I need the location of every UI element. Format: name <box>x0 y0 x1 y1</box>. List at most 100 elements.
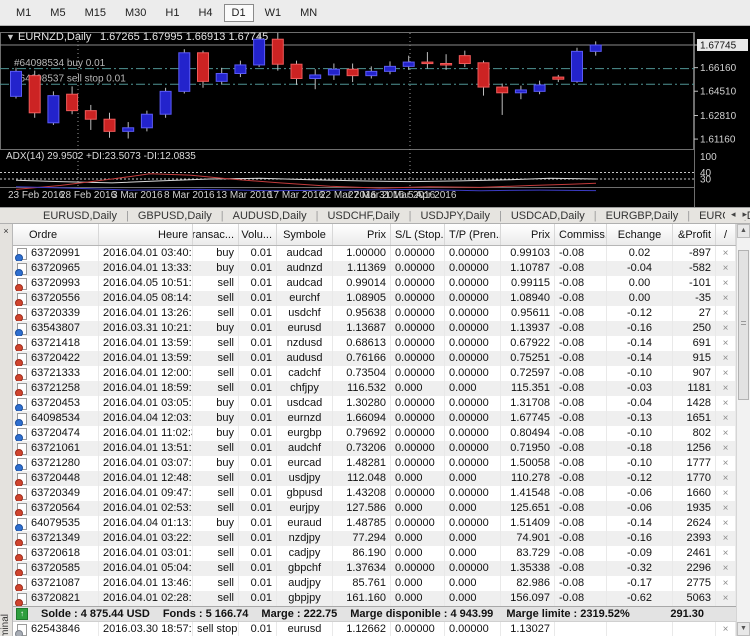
close-order-icon[interactable]: × <box>716 306 736 321</box>
table-row[interactable]: 637206182016.04.01 03:01:13sell0.01cadjp… <box>13 546 736 561</box>
timeframe-button-h1[interactable]: H1 <box>157 4 187 22</box>
close-order-icon[interactable]: × <box>716 246 736 261</box>
close-order-icon[interactable]: × <box>716 486 736 501</box>
chart-area[interactable]: ▼EURNZD,Daily1.67265 1.67995 1.66913 1.6… <box>0 26 750 207</box>
close-order-icon[interactable]: × <box>716 622 736 636</box>
timeframe-button-mn[interactable]: MN <box>292 4 325 22</box>
pending-order-row[interactable]: 625438462016.03.30 18:57:50sell stop0.01… <box>13 621 736 636</box>
close-order-icon[interactable]: × <box>716 396 736 411</box>
chart-tab-usdcad[interactable]: USDCAD,Daily <box>502 210 594 222</box>
table-row[interactable]: 637209652016.04.01 13:33:49buy0.01audnzd… <box>13 261 736 276</box>
close-order-icon[interactable]: × <box>716 381 736 396</box>
column-header-0[interactable]: Ordre <box>13 224 99 245</box>
scroll-up-icon[interactable]: ▲ <box>737 224 750 238</box>
column-header-6[interactable]: S/L (Stop... <box>391 224 445 245</box>
close-order-icon[interactable]: × <box>716 591 736 606</box>
table-row[interactable]: 637204482016.04.01 12:48:33sell0.01usdjp… <box>13 471 736 486</box>
close-order-icon[interactable]: × <box>716 576 736 591</box>
table-scrollbar[interactable]: ▲ ▼ <box>736 224 750 636</box>
order-sell-icon <box>17 353 27 365</box>
chart-tab-usdchf[interactable]: USDCHF,Daily <box>318 210 408 222</box>
timeframe-button-h4[interactable]: H4 <box>190 4 220 22</box>
cell-price: 1.48281 <box>333 456 391 471</box>
table-row[interactable]: 637205852016.04.01 05:04:10sell0.01gbpch… <box>13 561 736 576</box>
close-order-icon[interactable]: × <box>716 321 736 336</box>
close-order-icon[interactable]: × <box>716 426 736 441</box>
table-row[interactable]: 637212582016.04.01 18:59:49sell0.01chfjp… <box>13 381 736 396</box>
close-order-icon[interactable]: × <box>716 441 736 456</box>
close-order-icon[interactable]: × <box>716 471 736 486</box>
column-header-11[interactable]: &Profit <box>673 224 716 245</box>
close-order-icon[interactable]: × <box>716 531 736 546</box>
scroll-down-icon[interactable]: ▼ <box>737 622 750 636</box>
column-header-1[interactable]: Heure <box>99 224 193 245</box>
table-row[interactable]: 637209932016.04.05 10:51:15sell0.01audca… <box>13 276 736 291</box>
close-icon[interactable]: × <box>1 226 11 237</box>
column-header-4[interactable]: Symbole <box>277 224 333 245</box>
candle <box>272 39 283 64</box>
chart-tab-gbpusd[interactable]: GBPUSD,Daily <box>129 210 221 222</box>
tab-scroll-left-icon[interactable]: ◂ <box>731 209 736 220</box>
chart-collapse-icon[interactable]: ▼ <box>6 32 15 42</box>
close-order-icon[interactable]: × <box>716 351 736 366</box>
close-order-icon[interactable]: × <box>716 501 736 516</box>
terminal-panel-label[interactable]: Terminal <box>0 614 11 636</box>
timeframe-button-m15[interactable]: M15 <box>77 4 114 22</box>
column-header-12[interactable]: / <box>716 224 736 245</box>
candle <box>310 75 321 79</box>
close-order-icon[interactable]: × <box>716 561 736 576</box>
chart-tab-eurgbp[interactable]: EURGBP,Daily <box>597 210 688 222</box>
table-row[interactable]: 637203492016.04.01 09:47:58sell0.01gbpus… <box>13 486 736 501</box>
timeframe-button-w1[interactable]: W1 <box>257 4 290 22</box>
column-header-8[interactable]: Prix <box>501 224 555 245</box>
table-row[interactable]: 637204222016.04.01 13:59:57sell0.01audus… <box>13 351 736 366</box>
scrollbar-thumb[interactable] <box>738 250 749 400</box>
tab-scroll-right-icon[interactable]: ▸ <box>742 209 747 220</box>
table-row[interactable]: 637214182016.04.01 13:59:56sell0.01nzdus… <box>13 336 736 351</box>
cell-commission: -0.08 <box>555 561 607 576</box>
chart-tab-usdjpy[interactable]: USDJPY,Daily <box>411 210 499 222</box>
close-order-icon[interactable]: × <box>716 276 736 291</box>
table-row[interactable]: 637203392016.04.01 13:26:01sell0.01usdch… <box>13 306 736 321</box>
close-order-icon[interactable]: × <box>716 516 736 531</box>
candlestick-chart[interactable]: ▼EURNZD,Daily1.67265 1.67995 1.66913 1.6… <box>0 26 750 207</box>
table-row[interactable]: 637205642016.04.01 02:53:31sell0.01eurjp… <box>13 501 736 516</box>
table-row[interactable]: 637204532016.04.01 03:05:58buy0.01usdcad… <box>13 396 736 411</box>
column-header-3[interactable]: Volu... <box>239 224 277 245</box>
table-row[interactable]: 637210612016.04.01 13:51:51sell0.01audch… <box>13 441 736 456</box>
column-header-2[interactable]: Transac... <box>193 224 239 245</box>
order-id: 63720564 <box>31 501 80 516</box>
close-order-icon[interactable]: × <box>716 546 736 561</box>
column-header-10[interactable]: Echange <box>607 224 673 245</box>
cell-time: 2016.04.01 09:47:58 <box>99 486 193 501</box>
table-row[interactable]: 637205562016.04.05 08:14:46sell0.01eurch… <box>13 291 736 306</box>
chart-tab-eurusd[interactable]: EURUSD,Daily <box>34 210 126 222</box>
table-row[interactable]: 640985342016.04.04 12:03:53buy0.01eurnzd… <box>13 411 736 426</box>
timeframe-button-d1[interactable]: D1 <box>224 4 254 22</box>
close-order-icon[interactable]: × <box>716 291 736 306</box>
column-header-9[interactable]: Commiss... <box>555 224 607 245</box>
timeframe-button-m5[interactable]: M5 <box>42 4 73 22</box>
table-row[interactable]: 637209912016.04.01 03:40:27buy0.01audcad… <box>13 246 736 261</box>
cell-profit: 2393 <box>673 531 716 546</box>
table-row[interactable]: 637208212016.04.01 02:28:25sell0.01gbpjp… <box>13 591 736 606</box>
table-row[interactable]: 637212802016.04.01 03:07:11buy0.01eurcad… <box>13 456 736 471</box>
table-row[interactable]: 637213492016.04.01 03:22:29sell0.01nzdjp… <box>13 531 736 546</box>
column-header-7[interactable]: T/P (Pren... <box>445 224 501 245</box>
close-order-icon[interactable]: × <box>716 261 736 276</box>
close-order-icon[interactable]: × <box>716 411 736 426</box>
table-row[interactable]: 637210872016.04.01 13:46:10sell0.01audjp… <box>13 576 736 591</box>
table-row[interactable]: 637213332016.04.01 12:00:49sell0.01cadch… <box>13 366 736 381</box>
order-sell-icon <box>17 383 27 395</box>
close-order-icon[interactable]: × <box>716 366 736 381</box>
column-header-5[interactable]: Prix <box>333 224 391 245</box>
chart-tab-audusd[interactable]: AUDUSD,Daily <box>224 210 316 222</box>
table-row[interactable]: 637204742016.04.01 11:02:37buy0.01eurgbp… <box>13 426 736 441</box>
timeframe-button-m1[interactable]: M1 <box>8 4 39 22</box>
close-order-icon[interactable]: × <box>716 336 736 351</box>
table-row[interactable]: 640795352016.04.04 01:13:52buy0.01euraud… <box>13 516 736 531</box>
close-order-icon[interactable]: × <box>716 456 736 471</box>
table-row[interactable]: 635438072016.03.31 10:21:52buy0.01eurusd… <box>13 321 736 336</box>
order-id-cell: 63720349 <box>13 486 99 501</box>
timeframe-button-m30[interactable]: M30 <box>117 4 154 22</box>
